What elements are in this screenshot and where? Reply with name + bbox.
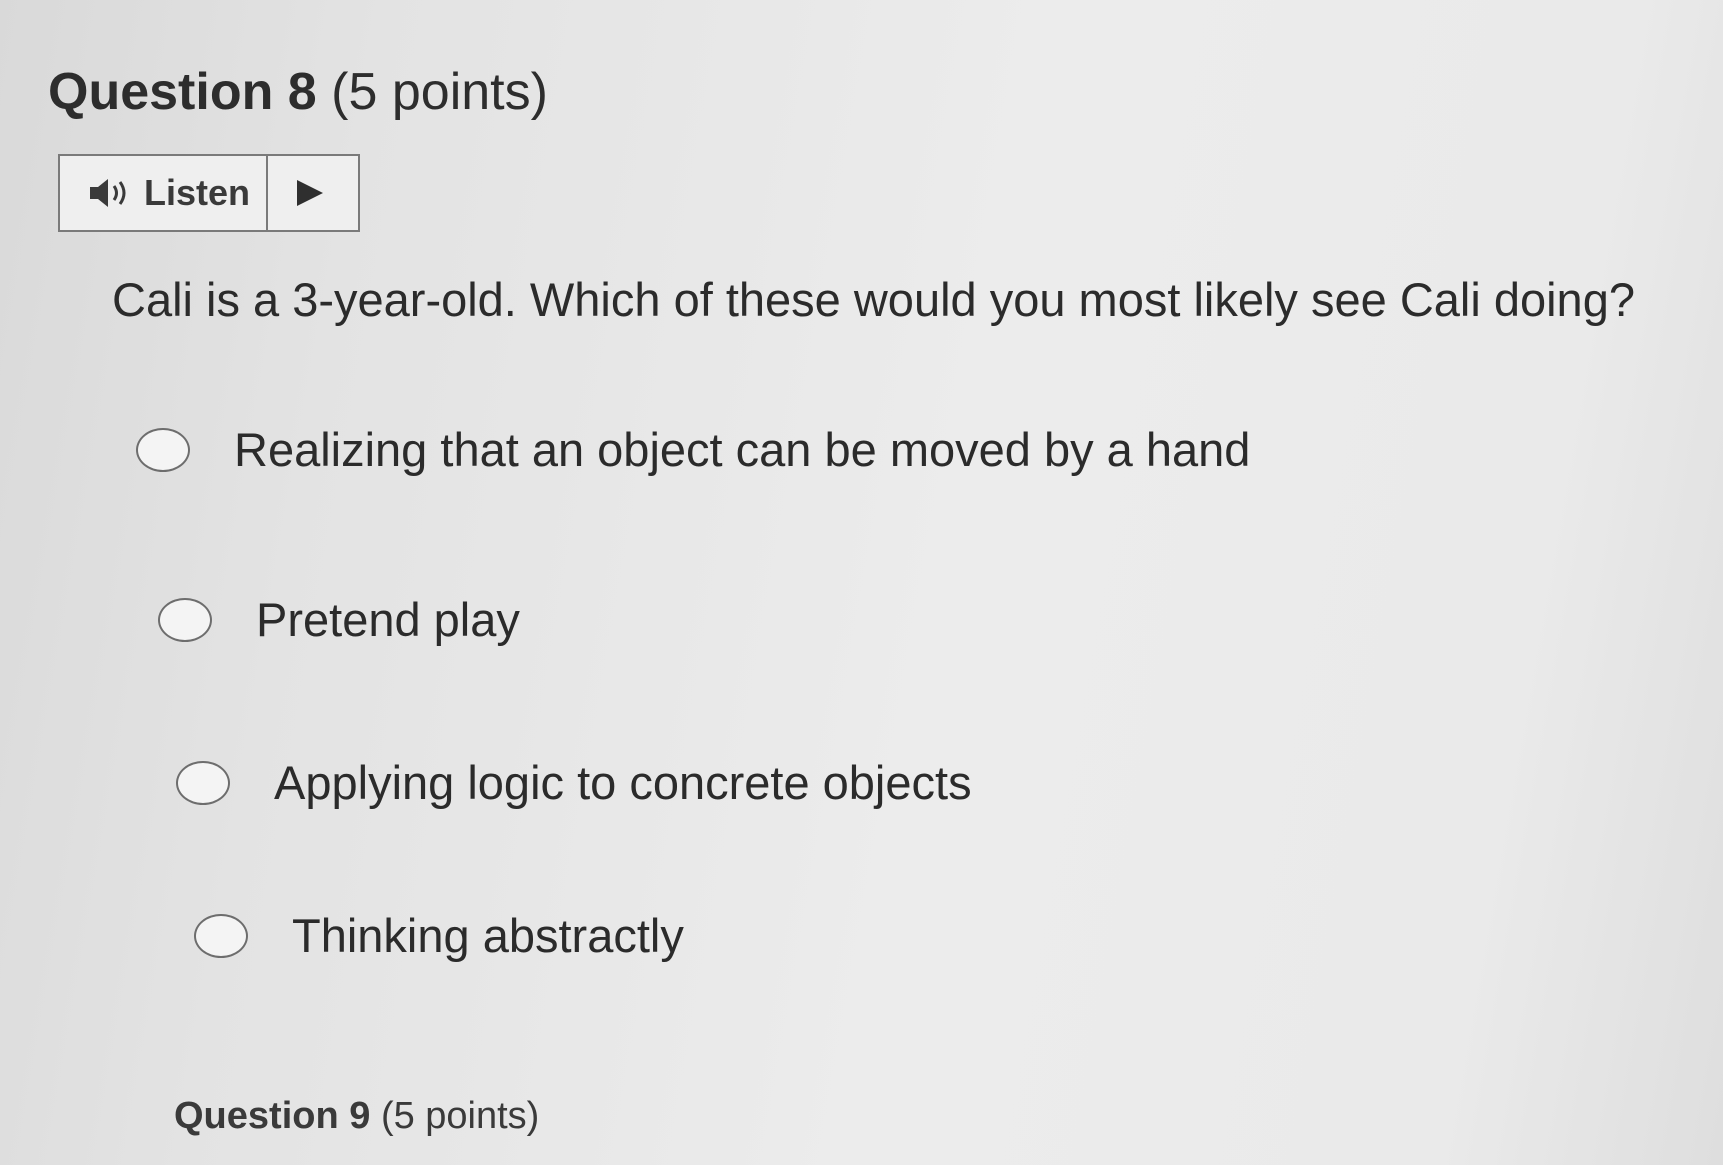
question-title: Question 8 (5 points) bbox=[48, 62, 548, 122]
listen-widget: Listen bbox=[58, 154, 360, 232]
play-icon bbox=[297, 180, 323, 206]
answer-option[interactable]: Thinking abstractly bbox=[194, 908, 684, 963]
listen-button[interactable]: Listen bbox=[60, 156, 268, 230]
radio-button[interactable] bbox=[176, 760, 230, 805]
play-button[interactable] bbox=[268, 156, 358, 230]
answer-option[interactable]: Pretend play bbox=[158, 592, 520, 647]
radio-button[interactable] bbox=[136, 427, 190, 472]
next-question-number: Question 9 bbox=[174, 1095, 371, 1137]
listen-label: Listen bbox=[144, 172, 251, 213]
radio-button[interactable] bbox=[158, 597, 212, 642]
answer-label: Realizing that an object can be moved by… bbox=[234, 423, 1251, 476]
answer-label: Applying logic to concrete objects bbox=[274, 756, 972, 809]
radio-button[interactable] bbox=[194, 913, 248, 958]
question-points: (5 points) bbox=[331, 63, 548, 121]
next-question-title: Question 9 (5 points) bbox=[174, 1095, 539, 1138]
answer-label: Pretend play bbox=[256, 593, 520, 646]
question-number: Question 8 bbox=[48, 63, 317, 121]
question-text: Cali is a 3-year-old. Which of these wou… bbox=[112, 273, 1635, 326]
next-question-points: (5 points) bbox=[380, 1095, 540, 1137]
answer-option[interactable]: Realizing that an object can be moved by… bbox=[136, 422, 1250, 477]
speaker-icon bbox=[88, 175, 134, 211]
answer-label: Thinking abstractly bbox=[292, 909, 684, 962]
answer-option[interactable]: Applying logic to concrete objects bbox=[176, 755, 972, 810]
